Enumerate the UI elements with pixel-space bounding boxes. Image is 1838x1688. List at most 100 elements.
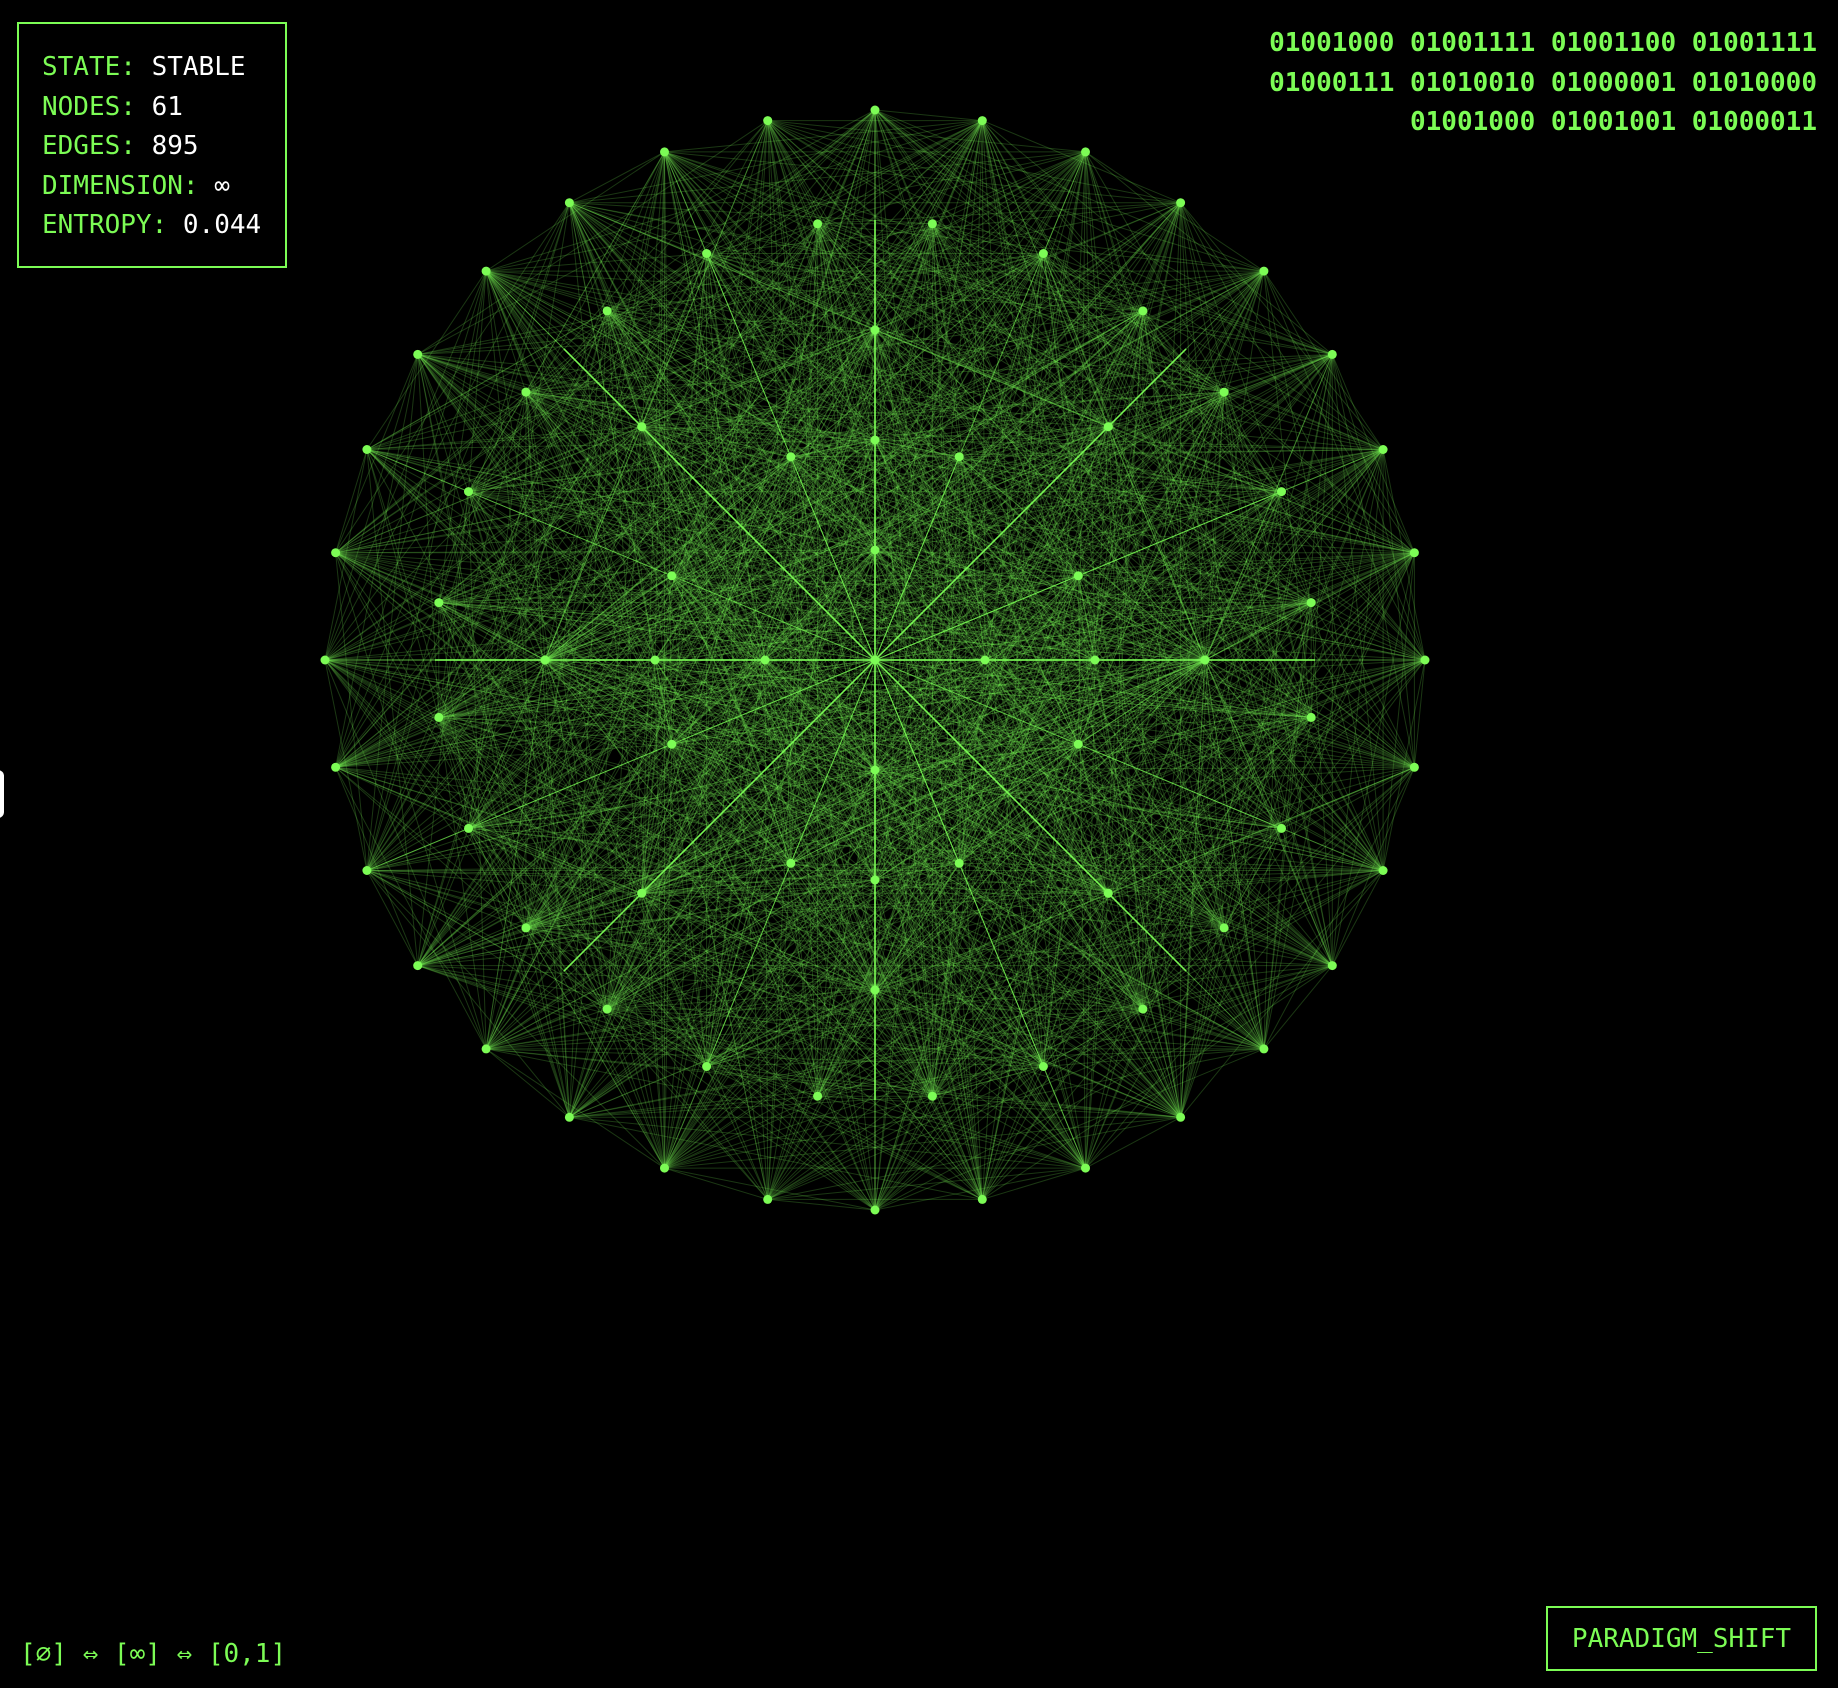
graph-node — [870, 765, 880, 775]
graph-node — [667, 739, 677, 749]
stat-nodes-label: NODES: — [42, 91, 136, 122]
graph-node — [602, 306, 612, 316]
graph-node — [1409, 762, 1419, 772]
graph-node — [362, 445, 372, 454]
graph-node — [1038, 1062, 1048, 1071]
graph-node — [927, 1091, 937, 1101]
formula-text: [∅] ⇔ [∞] ⇔ [0,1] — [20, 1639, 287, 1669]
graph-node — [1073, 571, 1083, 581]
graph-node — [362, 866, 372, 875]
graph-node — [481, 266, 491, 276]
graph-node — [954, 858, 964, 868]
graph-node — [870, 1205, 880, 1215]
graph-node — [702, 1062, 712, 1071]
graph-node — [870, 435, 880, 445]
graph-node — [870, 985, 880, 995]
graph-node — [763, 116, 773, 126]
graph-node — [481, 1044, 491, 1054]
graph-node — [1219, 923, 1229, 933]
graph-node — [1090, 655, 1100, 665]
graph-node — [813, 219, 823, 229]
paradigm-shift-button[interactable]: PARADIGM_SHIFT — [1546, 1606, 1817, 1671]
graph-node — [1081, 147, 1090, 157]
graph-node — [980, 655, 990, 665]
graph-node — [660, 1163, 669, 1173]
stat-edges: EDGES: 895 — [42, 127, 285, 167]
graph-node — [870, 875, 880, 885]
graph-edge — [1263, 767, 1415, 1050]
graph-node — [1219, 387, 1229, 397]
side-drag-handle[interactable] — [0, 770, 4, 818]
graph-edge — [767, 1198, 876, 1211]
graph-node — [413, 961, 423, 971]
graph-node — [1073, 739, 1083, 749]
graph-edge — [1382, 552, 1415, 871]
binary-message: 01001000 01001111 01001100 01001111 0100… — [1197, 24, 1817, 143]
graph-node — [413, 349, 423, 359]
graph-edge — [485, 1048, 570, 1118]
graph-edge — [1413, 659, 1426, 768]
stat-state: STATE: STABLE — [42, 48, 285, 88]
graph-node — [1306, 598, 1316, 608]
graph-node — [763, 1194, 773, 1204]
graph-node — [1259, 266, 1269, 276]
graph-node — [1200, 655, 1210, 665]
graph-edge — [1180, 449, 1384, 1118]
stat-entropy-value: 0.044 — [182, 210, 262, 240]
graph-node — [521, 387, 531, 397]
graph-node — [1176, 1112, 1186, 1122]
graph-node — [667, 571, 677, 581]
stat-dimension: DIMENSION: ∞ — [42, 167, 285, 207]
stat-dimension-value: ∞ — [214, 170, 230, 201]
graph-node — [1327, 349, 1337, 359]
graph-node — [870, 655, 880, 665]
graph-node — [1277, 487, 1286, 497]
graph-node — [660, 147, 669, 157]
graph-node — [464, 487, 473, 497]
graph-node — [870, 105, 880, 115]
graph-node — [702, 249, 712, 258]
graph-node — [1277, 823, 1286, 833]
graph-node — [540, 655, 550, 665]
graph-node — [1378, 445, 1388, 454]
graph-edge — [664, 1167, 768, 1200]
graph-node — [331, 548, 341, 558]
binary-line-1: 01001000 01001111 01001100 01001111 — [1269, 28, 1817, 58]
stat-state-label: STATE: — [42, 52, 136, 82]
graph-node — [1038, 249, 1048, 258]
graph-node — [954, 452, 964, 462]
graph-node — [813, 1091, 823, 1101]
graph-node — [1378, 866, 1388, 875]
graph-node — [331, 762, 341, 772]
graph-node — [977, 1194, 987, 1204]
stats-panel: STATE: STABLE NODES: 61 EDGES: 895 DIMEN… — [17, 22, 287, 268]
graph-node — [927, 219, 937, 229]
graph-node — [1103, 422, 1113, 432]
graph-node — [1259, 1044, 1269, 1054]
graph-node — [786, 452, 796, 462]
graph-node — [320, 655, 330, 665]
stat-nodes-value: 61 — [151, 91, 183, 122]
stat-dimension-label: DIMENSION: — [42, 170, 199, 201]
graph-node — [1409, 548, 1419, 558]
graph-node — [786, 858, 796, 868]
stat-state-value: STABLE — [151, 52, 246, 82]
graph-node — [870, 545, 880, 555]
stat-nodes: NODES: 61 — [42, 88, 285, 128]
graph-node — [564, 198, 574, 208]
stat-entropy-label: ENTROPY: — [42, 210, 168, 240]
stat-edges-label: EDGES: — [42, 131, 136, 161]
graph-node — [760, 655, 770, 665]
stat-entropy: ENTROPY: 0.044 — [42, 206, 285, 246]
graph-node — [870, 325, 880, 335]
graph-edge — [335, 552, 368, 871]
graph-node — [1420, 655, 1430, 665]
graph-node — [637, 422, 647, 432]
graph-node — [1306, 712, 1316, 722]
graph-node — [602, 1004, 612, 1014]
graph-node — [1138, 1004, 1148, 1014]
graph-node — [564, 1112, 574, 1122]
graph-edge — [664, 120, 983, 153]
graph-node — [1176, 198, 1186, 208]
graph-node — [637, 888, 647, 898]
